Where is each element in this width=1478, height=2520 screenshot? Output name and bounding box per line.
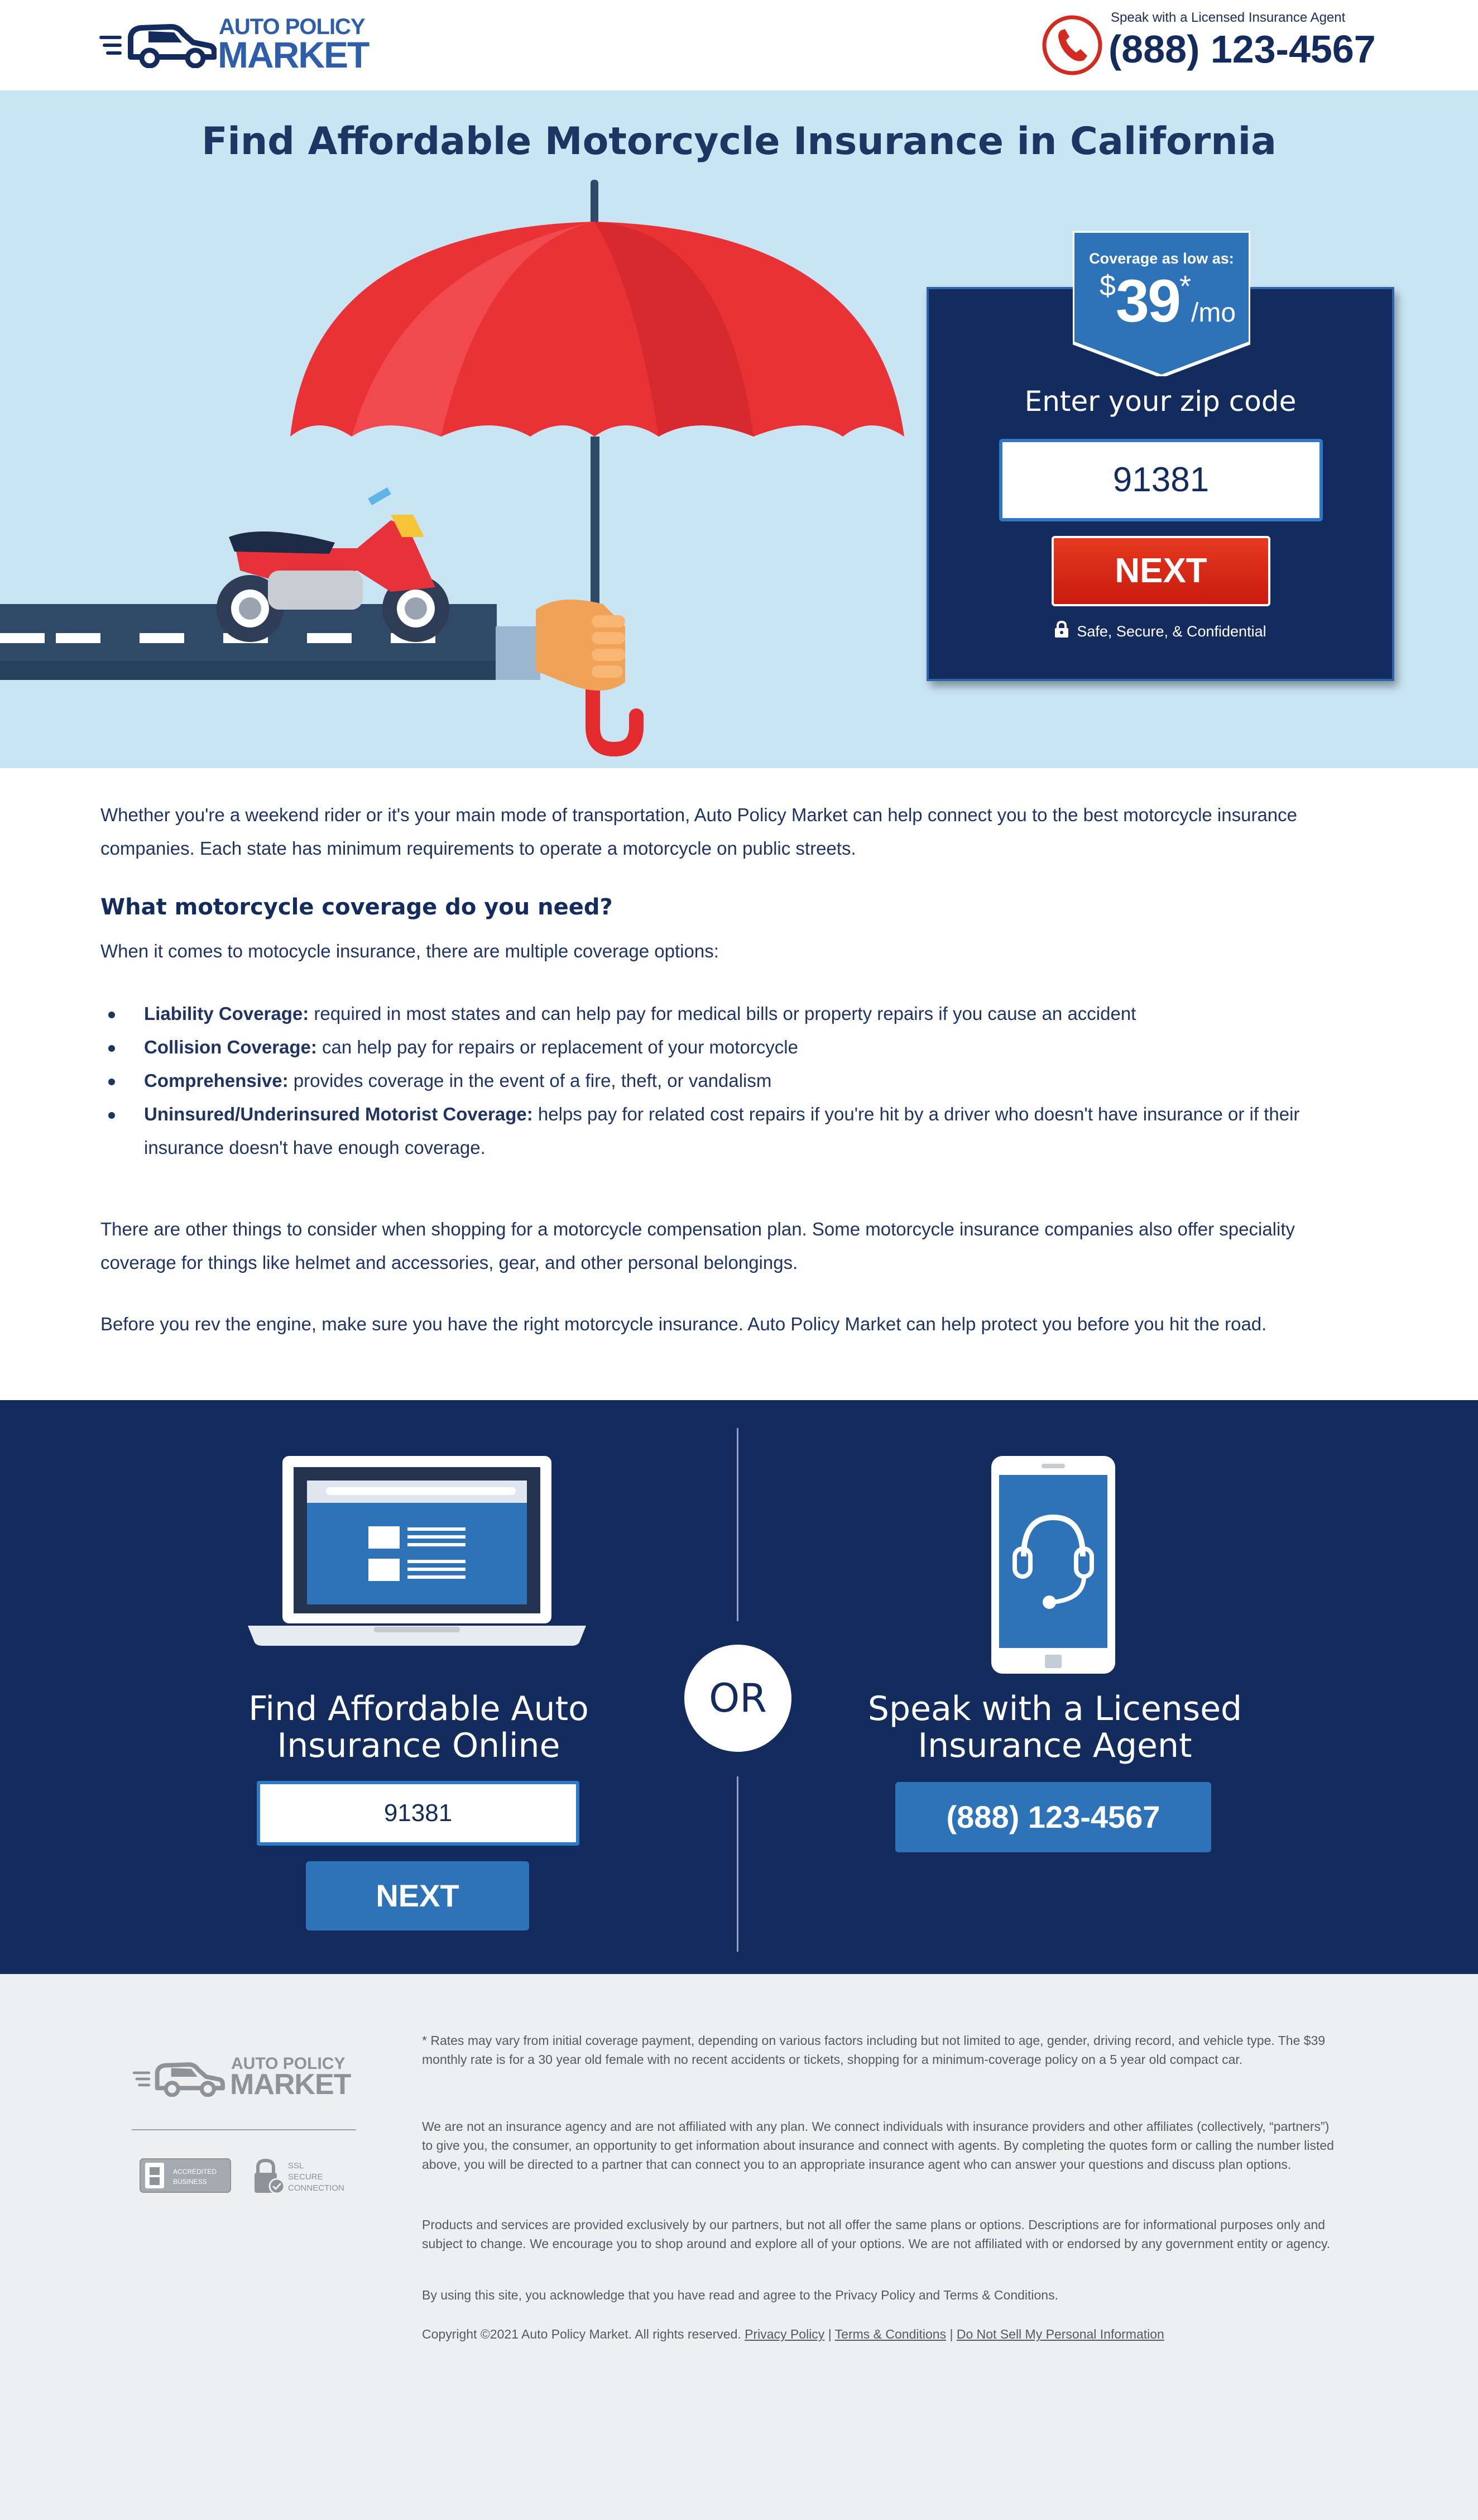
next-button[interactable]: NEXT <box>1052 536 1270 606</box>
disclaimer-agency: We are not an insurance agency and are n… <box>422 2119 1334 2172</box>
agent-title-line2: Insurance Agent <box>918 1726 1192 1765</box>
band-next-button[interactable]: NEXT <box>306 1861 529 1930</box>
logo-car-icon <box>132 2062 225 2097</box>
disclaimer-partners: Products and services are provided exclu… <box>422 2217 1331 2251</box>
coverage-heading: What motorcycle coverage do you need? <box>100 894 613 920</box>
hero-section: Find Affordable Motorcycle Insurance in … <box>0 90 1478 768</box>
badge-label: Coverage as low as: <box>1089 250 1234 267</box>
coverage-term: Comprehensive: <box>144 1070 289 1091</box>
disclaimer-rates: * Rates may vary from initial coverage p… <box>422 2033 1326 2067</box>
bbb-icon: ACCREDITED BUSINESS <box>140 2158 231 2193</box>
ssl-line3: CONNECTION <box>288 2183 344 2193</box>
badge-price: $39*/mo <box>1095 266 1240 336</box>
do-not-sell-link[interactable]: Do Not Sell My Personal Information <box>957 2327 1164 2341</box>
divider <box>737 1428 738 1621</box>
band-phone-button[interactable]: (888) 123-4567 <box>895 1782 1211 1852</box>
coverage-term: Liability Coverage: <box>144 1003 309 1024</box>
list-item: Liability Coverage: required in most sta… <box>100 997 1379 1031</box>
footer-logo-bottom: MARKET <box>230 2068 351 2101</box>
agent-title: Speak with a Licensed Insurance Agent <box>826 1690 1284 1764</box>
secure-note: Safe, Secure, & Confidential <box>927 621 1394 640</box>
terms-link[interactable]: Terms & Conditions <box>835 2327 946 2341</box>
list-item: Comprehensive: provides coverage in the … <box>100 1064 1379 1098</box>
agent-label: Speak with a Licensed Insurance Agent <box>1111 10 1346 25</box>
badge-amount: 39 <box>1115 267 1181 334</box>
logo-text-bottom: MARKET <box>218 34 370 75</box>
agent-title-line1: Speak with a Licensed <box>867 1689 1242 1728</box>
ssl-lock-icon: SSL SECURE CONNECTION <box>255 2158 344 2195</box>
coverage-term: Uninsured/Underinsured Motorist Coverage… <box>144 1104 533 1124</box>
coverage-lead: When it comes to motocycle insurance, th… <box>100 941 719 961</box>
coverage-text: provides coverage in the event of a fire… <box>288 1070 772 1091</box>
site-header: AUTO POLICY MARKET Speak with a Licensed… <box>0 0 1478 90</box>
zip-label: Enter your zip code <box>1024 385 1297 418</box>
other-paragraph: There are other things to consider when … <box>100 1219 1295 1273</box>
lock-icon <box>1055 621 1069 638</box>
cta-band: OR Find Affordable Auto Insurance Online … <box>0 1400 1478 1974</box>
hero-title: Find Affordable Motorcycle Insurance in … <box>201 119 1277 164</box>
headset-phone-icon <box>991 1456 1115 1674</box>
intro-paragraph: Whether you're a weekend rider or it's y… <box>100 804 1298 859</box>
privacy-policy-link[interactable]: Privacy Policy <box>745 2327 824 2341</box>
bbb-line1: ACCREDITED <box>173 2168 217 2176</box>
band-zip-input[interactable]: 91381 <box>257 1781 579 1846</box>
ssl-line1: SSL <box>288 2161 304 2171</box>
list-item: Collision Coverage: can help pay for rep… <box>100 1031 1379 1064</box>
badge-asterisk: * <box>1179 270 1192 303</box>
site-footer: AUTO POLICY MARKET ACCREDITED BUSINESS S… <box>0 1974 1478 2520</box>
disclaimer-terms: By using this site, you acknowledge that… <box>422 2288 1058 2302</box>
link-separator: | <box>824 2327 835 2341</box>
hand-icon <box>496 600 625 691</box>
badge-currency: $ <box>1099 270 1116 302</box>
phone-icon[interactable] <box>1042 15 1103 76</box>
zip-input[interactable]: 91381 <box>999 439 1323 521</box>
online-quote-title: Find Affordable Auto Insurance Online <box>190 1690 647 1764</box>
copyright-line: Copyright ©2021 Auto Policy Market. All … <box>422 2325 1337 2344</box>
coverage-list: Liability Coverage: required in most sta… <box>100 997 1379 1165</box>
secure-label: Safe, Secure, & Confidential <box>1077 623 1266 640</box>
footer-logo[interactable]: AUTO POLICY MARKET <box>132 2054 357 2101</box>
online-title-line2: Insurance Online <box>277 1726 560 1765</box>
coverage-text: required in most states and can help pay… <box>309 1003 1136 1024</box>
ssl-line2: SECURE <box>288 2172 323 2182</box>
logo-car-icon <box>99 24 217 68</box>
link-separator: | <box>946 2327 957 2341</box>
copyright-text: Copyright ©2021 Auto Policy Market. All … <box>422 2327 745 2341</box>
or-divider-badge: OR <box>684 1645 791 1752</box>
header-phone-link[interactable]: (888) 123-4567 <box>1108 27 1376 71</box>
laptop-icon <box>248 1456 586 1646</box>
online-title-line1: Find Affordable Auto <box>248 1689 589 1728</box>
hero-illustration <box>0 180 904 757</box>
divider <box>737 1776 738 1952</box>
coverage-text: can help pay for repairs or replacement … <box>316 1037 798 1057</box>
coverage-term: Collision Coverage: <box>144 1037 317 1057</box>
footer-divider <box>132 2129 356 2130</box>
site-logo[interactable]: AUTO POLICY MARKET <box>99 15 378 75</box>
badge-period: /mo <box>1191 298 1236 328</box>
bbb-line2: BUSINESS <box>173 2178 207 2186</box>
list-item: Uninsured/Underinsured Motorist Coverage… <box>100 1098 1379 1165</box>
closing-paragraph: Before you rev the engine, make sure you… <box>100 1314 1267 1334</box>
